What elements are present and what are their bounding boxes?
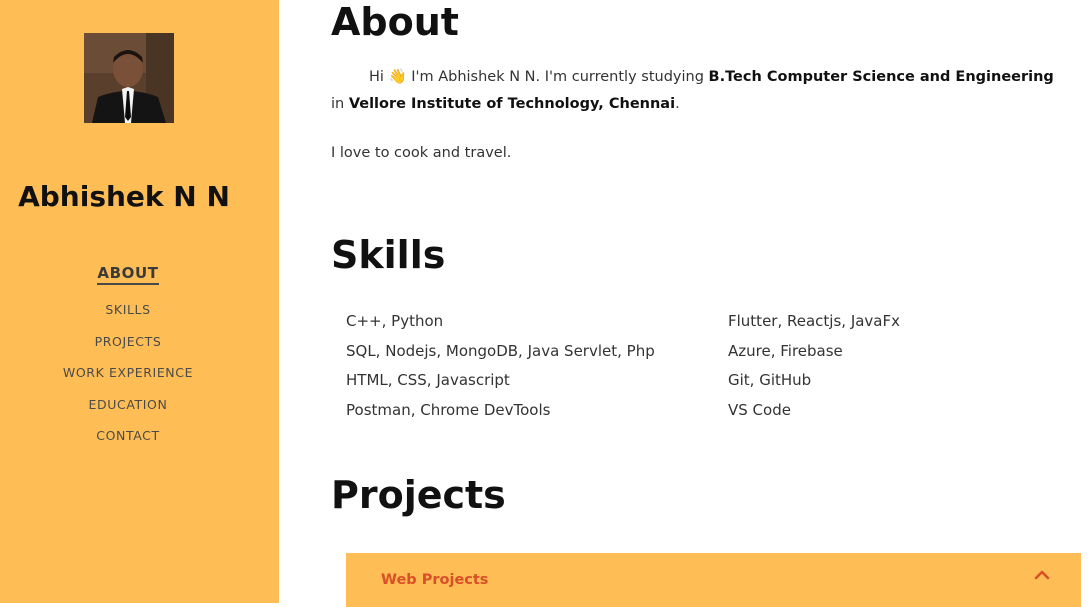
- about-heading: About: [331, 0, 459, 44]
- nav-item-label: PROJECTS: [94, 334, 162, 349]
- skill-item: Flutter, Reactjs, JavaFx: [728, 312, 901, 330]
- nav-item-label: SKILLS: [105, 302, 151, 317]
- profile-photo-icon: [84, 33, 174, 123]
- skill-item: Azure, Firebase: [728, 341, 843, 360]
- skills-heading: Skills: [331, 233, 446, 277]
- nav-item-contact[interactable]: CONTACT: [0, 428, 256, 443]
- nav-item-label: ABOUT: [97, 264, 159, 285]
- skill-item: Git, GitHub: [728, 371, 812, 389]
- profile-name: Abhishek N N: [18, 180, 230, 213]
- accordion-label: Web Projects: [381, 572, 489, 588]
- chevron-up-icon[interactable]: [1034, 567, 1050, 583]
- web-projects-accordion[interactable]: Web Projects: [346, 553, 1081, 607]
- nav-item-label: WORK EXPERIENCE: [62, 365, 194, 380]
- main-content: About Hi 👋 I'm Abhishek N N. I'm current…: [279, 0, 1088, 607]
- intro-text: I'm Abhishek N N. I'm currently studying: [406, 69, 709, 85]
- college: Vellore Institute of Technology, Chennai: [348, 96, 676, 112]
- in-text: in: [331, 96, 349, 112]
- avatar: [84, 33, 174, 123]
- skill-item: SQL, Nodejs, MongoDB, Java Servlet, Php: [346, 341, 655, 360]
- skill-item: C++, Python: [346, 312, 444, 330]
- skill-item: VS Code: [728, 400, 791, 419]
- sidebar: Abhishek N N ABOUT SKILLS PROJECTS WORK …: [0, 0, 279, 603]
- nav-item-education[interactable]: EDUCATION: [0, 397, 256, 412]
- nav-item-about[interactable]: ABOUT: [0, 264, 256, 285]
- skills-list-right: Flutter, Reactjs, JavaFx Azure, Firebase…: [728, 307, 900, 425]
- skill-item: Postman, Chrome DevTools: [346, 400, 551, 419]
- about-hobbies: I love to cook and travel.: [331, 145, 512, 161]
- nav-item-projects[interactable]: PROJECTS: [0, 334, 256, 349]
- skill-item: HTML, CSS, Javascript: [346, 371, 510, 389]
- nav-item-work-experience[interactable]: WORK EXPERIENCE: [0, 365, 256, 380]
- nav-item-label: EDUCATION: [88, 397, 168, 412]
- nav-item-skills[interactable]: SKILLS: [0, 302, 256, 317]
- nav-item-label: CONTACT: [96, 428, 160, 443]
- skills-list-left: C++, Python SQL, Nodejs, MongoDB, Java S…: [346, 307, 655, 425]
- projects-heading: Projects: [331, 473, 506, 517]
- wave-emoji-icon: 👋: [388, 69, 407, 85]
- degree: B.Tech Computer Science and Engineering: [708, 69, 1054, 85]
- intro-hi: Hi: [369, 69, 384, 85]
- about-intro: Hi 👋 I'm Abhishek N N. I'm currently stu…: [331, 64, 1071, 118]
- intro-end: .: [675, 96, 680, 112]
